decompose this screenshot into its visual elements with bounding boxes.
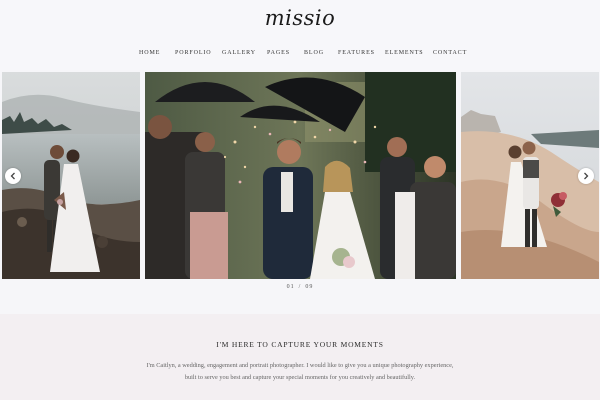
slide-photo-lake-couple[interactable] xyxy=(2,72,140,279)
slide-counter-current: 01 xyxy=(286,284,295,290)
slide-counter: 01/09 xyxy=(0,284,600,290)
slide-counter-separator: / xyxy=(298,284,302,290)
site-logo[interactable]: missio xyxy=(0,6,600,30)
chevron-left-icon xyxy=(10,172,15,180)
nav-blog[interactable]: BLOG xyxy=(304,50,324,56)
chevron-right-icon xyxy=(584,172,589,180)
nav-pages[interactable]: PAGES xyxy=(267,50,290,56)
about-title: I'M HERE TO CAPTURE YOUR MOMENTS xyxy=(216,340,384,349)
slider-prev-button[interactable] xyxy=(5,168,21,184)
slide-counter-total: 09 xyxy=(305,284,314,290)
slide-photo-wedding-exit[interactable] xyxy=(145,72,456,279)
nav-contact[interactable]: CONTACT xyxy=(433,50,467,56)
nav-portfolio[interactable]: PORFOLIO xyxy=(175,50,212,56)
site-header: missio HOME PORFOLIO GALLERY PAGES BLOG … xyxy=(0,0,600,70)
nav-gallery[interactable]: GALLERY xyxy=(222,50,256,56)
nav-features[interactable]: FEATURES xyxy=(338,50,375,56)
about-section: I'M HERE TO CAPTURE YOUR MOMENTS I'm Cai… xyxy=(0,314,600,400)
about-text-line-2: built to serve you best and capture your… xyxy=(184,374,416,381)
main-nav: HOME PORFOLIO GALLERY PAGES BLOG FEATURE… xyxy=(0,50,600,60)
about-text: I'm Caitlyn, a wedding, engagement and p… xyxy=(100,360,500,384)
nav-elements[interactable]: ELEMENTS xyxy=(385,50,424,56)
slider-next-button[interactable] xyxy=(578,168,594,184)
about-text-line-1: I'm Caitlyn, a wedding, engagement and p… xyxy=(146,362,454,369)
photo-slider xyxy=(0,70,600,282)
nav-home[interactable]: HOME xyxy=(139,50,160,56)
